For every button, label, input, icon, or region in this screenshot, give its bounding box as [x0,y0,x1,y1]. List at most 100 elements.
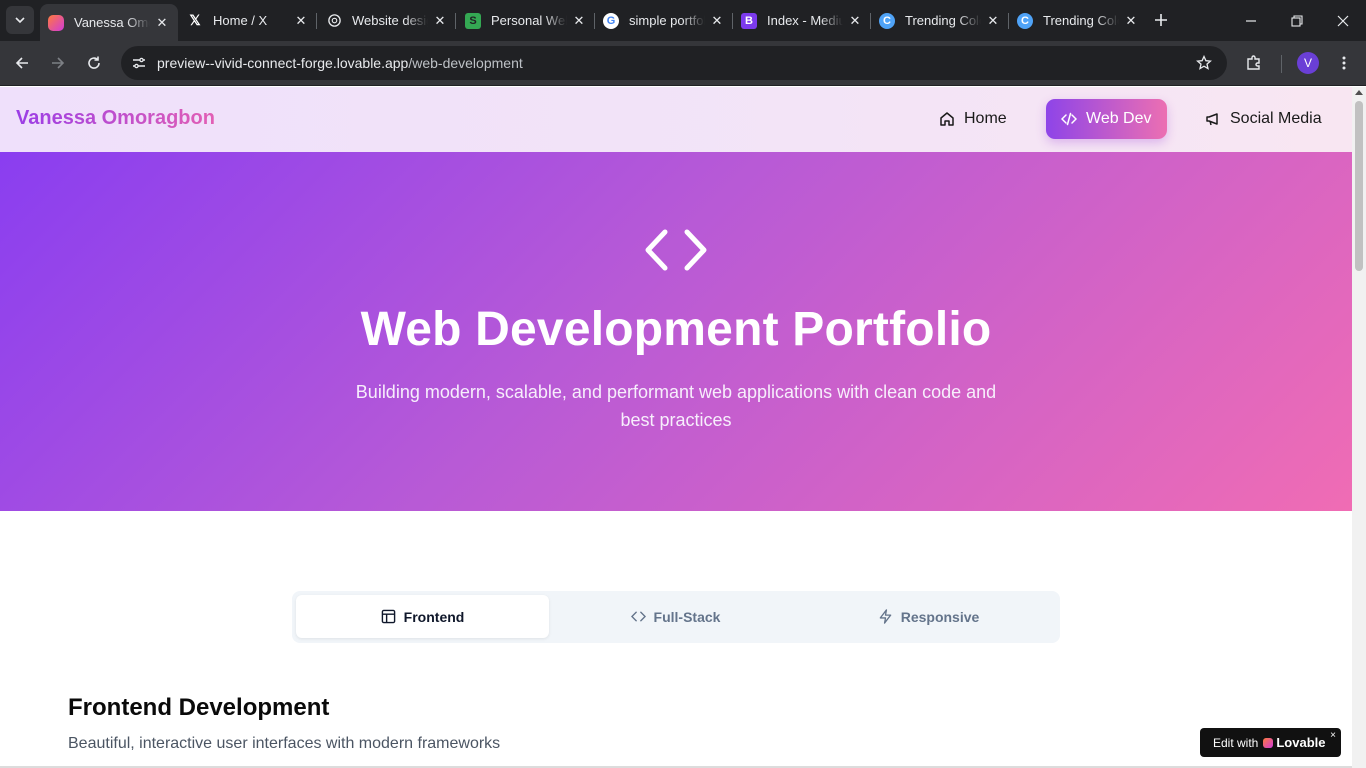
more-vertical-icon [1342,56,1346,70]
nav-item-label: Home [964,110,1007,127]
site-navbar: Vanessa Omoragbon Home Web Dev Social Me… [0,87,1352,152]
browser-tab[interactable]: S Personal Website ✕ [457,4,595,37]
back-button[interactable] [9,50,35,76]
tab-title: Vanessa Omoragbon [74,15,150,30]
nav-item-label: Web Dev [1086,110,1152,127]
tab-title: Personal Website [491,13,567,28]
browser-toolbar: preview--vivid-connect-forge.lovable.app… [0,41,1366,86]
code-icon [630,611,646,622]
close-icon[interactable]: ✕ [154,15,170,31]
coolors-icon: C [1017,12,1033,29]
hero-title: Web Development Portfolio [360,303,992,356]
tab-title: simple portfolio [629,13,705,28]
arrow-right-icon [52,57,65,69]
page-viewport: Vanessa Omoragbon Home Web Dev Social Me… [0,87,1352,768]
megaphone-icon [1206,113,1218,126]
browser-tab[interactable]: G simple portfolio ✕ [595,4,733,37]
close-icon[interactable]: ✕ [985,13,1001,29]
coolors-icon: C [879,12,895,29]
plus-icon [1155,14,1167,26]
tab-title: Trending Colors [905,13,981,28]
site-info-icon[interactable] [129,53,149,73]
tab-title: Home / X [213,13,268,28]
close-icon[interactable]: ✕ [293,13,309,29]
profile-avatar[interactable]: V [1297,52,1319,74]
page-scrollbar[interactable] [1352,87,1366,768]
puzzle-icon [1247,55,1260,70]
nav-social-link[interactable]: Social Media [1190,99,1337,139]
arrow-left-icon [15,57,28,69]
reload-button[interactable] [81,50,107,76]
zap-icon [879,609,892,624]
nav-home-link[interactable]: Home [924,99,1022,139]
minimize-icon [1246,19,1256,22]
section-title: Frontend Development [68,694,330,721]
url-path: /web-development [408,55,523,71]
browser-tab[interactable]: B Index - Medium ✕ [733,4,871,37]
tab-fullstack[interactable]: Full-Stack [549,595,802,638]
nav-item-label: Social Media [1230,110,1322,127]
tab-title: Trending Colors [1043,13,1119,28]
bookmark-button[interactable] [1191,50,1217,76]
tab-title: Website design [352,13,428,28]
house-icon [940,112,954,126]
openai-icon [326,13,342,29]
close-icon[interactable]: ✕ [1123,13,1139,29]
scrollbar-thumb[interactable] [1355,101,1363,271]
close-icon[interactable]: ✕ [432,13,448,29]
badge-prefix: Edit with [1213,735,1259,750]
close-icon[interactable]: ✕ [709,13,725,29]
restore-icon [1291,14,1303,27]
x-logo-icon: 𝕏 [189,12,201,28]
browser-tab-bar: Vanessa Omoragbon ✕ 𝕏 Home / X ✕ Website… [0,0,1366,41]
bootstrap-icon: B [741,12,757,29]
browser-tab[interactable]: Website design ✕ [318,4,456,37]
url-text: preview--vivid-connect-forge.lovable.app… [157,55,523,71]
lovable-wordmark: Lovable [1276,735,1326,750]
tab-responsive[interactable]: Responsive [802,595,1055,638]
browser-tab[interactable]: C Trending Colors ✕ [871,4,1009,37]
browser-menu-button[interactable] [1331,50,1357,76]
browser-tab[interactable]: C Trending Colors ✕ [1009,4,1147,37]
close-icon[interactable]: ✕ [847,13,863,29]
url-host: preview--vivid-connect-forge.lovable.app [157,55,409,71]
hero-subtitle: Building modern, scalable, and performan… [355,382,997,430]
tab-divider [316,13,317,29]
tab-label: Full-Stack [653,608,721,625]
new-tab-button[interactable] [1150,9,1172,31]
tab-label: Frontend [403,608,465,625]
scroll-up-icon[interactable] [1355,90,1363,95]
tab-frontend[interactable]: Frontend [296,595,549,638]
close-icon[interactable]: ✕ [571,13,587,29]
section-subtitle: Beautiful, interactive user interfaces w… [68,735,501,752]
brand-logo[interactable]: Vanessa Omoragbon [16,107,215,130]
restore-button[interactable] [1274,0,1320,41]
close-icon [1337,15,1349,26]
tab-title: Index - Medium [767,13,843,28]
star-icon [1196,55,1212,70]
lovable-logo: Lovable [1263,735,1325,750]
extensions-button[interactable] [1241,50,1267,76]
address-bar[interactable]: preview--vivid-connect-forge.lovable.app… [121,46,1227,80]
edit-with-lovable-badge[interactable]: Edit with Lovable × [1200,728,1341,757]
tab-divider [455,13,456,29]
browser-tab[interactable]: 𝕏 Home / X ✕ [179,4,317,37]
tab-label: Responsive [900,608,980,625]
close-window-button[interactable] [1320,0,1366,41]
tab-search-button[interactable] [6,6,34,34]
nav-webdev-link[interactable]: Web Dev [1046,99,1167,139]
forward-button[interactable] [45,50,71,76]
chevron-down-icon [15,17,25,24]
lovable-heart-icon [1263,737,1274,748]
toolbar-divider [1281,55,1282,73]
hero-section: Web Development Portfolio Building moder… [0,152,1352,511]
lovable-heart-icon [48,14,64,31]
code-chevrons-icon [645,229,707,271]
code-icon [1061,112,1077,126]
browser-tab[interactable]: Vanessa Omoragbon ✕ [40,4,178,41]
minimize-button[interactable] [1228,0,1274,41]
close-icon[interactable]: × [1330,730,1336,741]
google-icon: G [603,12,619,29]
spreadsheet-icon: S [465,12,481,29]
layout-icon [381,609,395,624]
